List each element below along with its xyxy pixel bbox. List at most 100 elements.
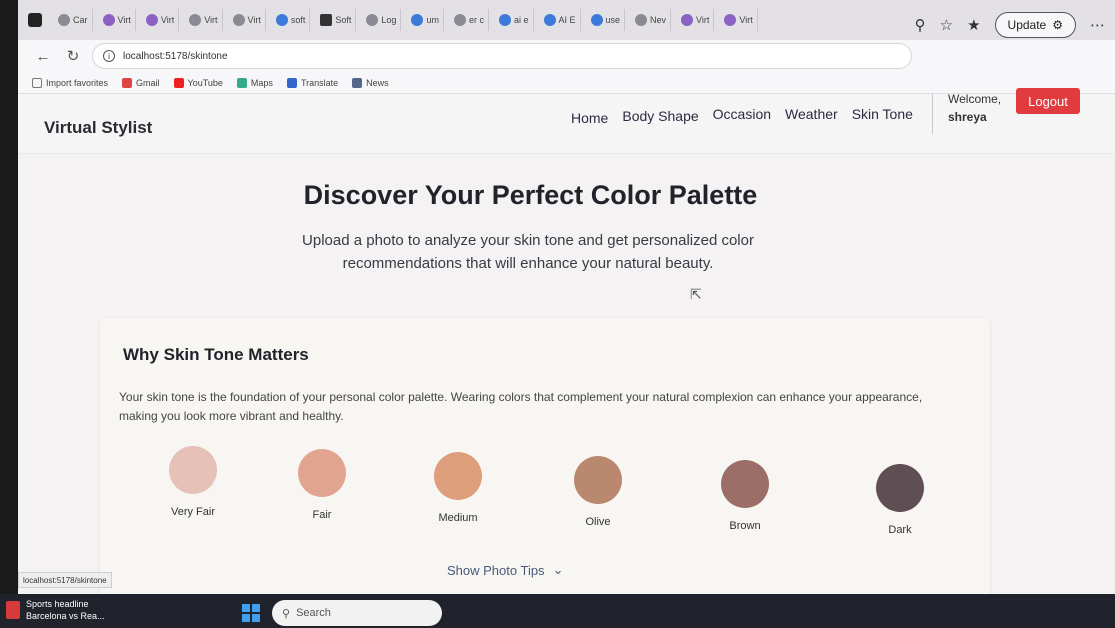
tab[interactable]: Soft xyxy=(316,9,357,31)
bookmark-translate[interactable]: Translate xyxy=(286,77,338,88)
tab-favicon-icon xyxy=(543,14,556,26)
chevron-down-icon: ⌄ xyxy=(552,562,564,577)
tab-favicon-icon xyxy=(590,14,603,26)
news-flag-icon xyxy=(6,601,20,619)
news-subtitle: Barcelona vs Rea... xyxy=(26,611,105,621)
tab[interactable]: um xyxy=(407,9,444,31)
star-icon[interactable]: ☆ xyxy=(940,16,953,34)
swatch-circle xyxy=(574,456,622,504)
tab[interactable]: Virt xyxy=(142,9,180,31)
youtube-icon xyxy=(173,77,184,88)
back-arrow-icon[interactable]: ← xyxy=(32,45,54,67)
brand-logo[interactable]: Virtual Stylist xyxy=(44,118,152,138)
tab[interactable]: ai e xyxy=(495,9,534,31)
tab[interactable]: Car xyxy=(54,9,93,31)
gmail-icon xyxy=(122,77,133,88)
tab[interactable]: Virt xyxy=(720,9,758,31)
tab[interactable]: Nev xyxy=(631,9,672,31)
reload-icon[interactable]: ↻ xyxy=(62,45,84,67)
swatch-label: Brown xyxy=(729,520,761,532)
skin-tone-info-card: Why Skin Tone Matters Your skin tone is … xyxy=(100,318,990,600)
swatch-label: Fair xyxy=(312,509,332,521)
news-icon xyxy=(352,77,363,88)
tab-favicon-icon xyxy=(102,14,115,26)
swatch-medium: Medium xyxy=(413,452,503,524)
translate-icon xyxy=(286,77,297,88)
swatch-circle xyxy=(876,464,924,512)
app-header: Virtual Stylist Home Body Shape Occasion… xyxy=(18,88,1115,154)
logout-button[interactable]: Logout xyxy=(1016,88,1080,114)
news-title: Sports headline xyxy=(26,599,89,609)
swatch-brown: Brown xyxy=(700,460,790,532)
bookmark-import[interactable]: Import favorites xyxy=(32,77,108,88)
swatch-label: Olive xyxy=(585,516,611,528)
tab-favicon-icon xyxy=(724,14,737,26)
tab[interactable]: Virt xyxy=(229,9,266,31)
browser-logo-icon xyxy=(28,13,42,27)
swatch-circle xyxy=(721,460,769,508)
tab-favicon-icon xyxy=(189,14,202,26)
maps-icon xyxy=(236,77,247,88)
swatch-olive: Olive xyxy=(553,456,643,528)
taskbar-search-input[interactable]: ⚲ Search xyxy=(272,600,442,626)
os-taskbar: Sports headline Barcelona vs Rea... ⚲ Se… xyxy=(0,594,1115,628)
bookmark-youtube[interactable]: YouTube xyxy=(173,77,223,88)
tab[interactable]: Virt xyxy=(677,9,715,31)
show-photo-tips-toggle[interactable]: Show Photo Tips ⌄ xyxy=(447,562,563,578)
tab-favicon-icon xyxy=(366,14,379,26)
search-icon: ⚲ xyxy=(282,607,291,620)
swatch-fair: Fair xyxy=(277,449,367,521)
address-bar[interactable]: i localhost:5178/skintone xyxy=(92,43,912,69)
import-icon xyxy=(32,77,42,88)
info-icon[interactable]: i xyxy=(103,50,115,62)
tab[interactable]: er c xyxy=(450,9,489,31)
nav-weather[interactable]: Weather xyxy=(785,106,838,126)
favorites-icon[interactable]: ★ xyxy=(967,16,980,34)
username: shreya xyxy=(948,110,987,124)
tab[interactable]: AI E xyxy=(540,9,581,31)
status-bar-url: localhost:5178/skintone xyxy=(18,572,112,588)
welcome-text: Welcome, shreya xyxy=(948,92,1002,124)
nav-home[interactable]: Home xyxy=(571,110,608,126)
swatch-label: Medium xyxy=(438,512,478,524)
tab-favicon-icon xyxy=(411,14,424,26)
bookmark-gmail[interactable]: Gmail xyxy=(122,77,160,88)
tab[interactable]: soft xyxy=(272,9,311,31)
browser-toolbar: ← ↻ i localhost:5178/skintone ⚲ ☆ ★ Upda… xyxy=(18,12,1115,72)
swatch-circle xyxy=(169,446,217,494)
header-divider xyxy=(932,94,933,134)
skin-tone-swatches: Very Fair Fair Medium Olive Brown Dark xyxy=(100,446,990,546)
bookmark-maps[interactable]: Maps xyxy=(236,77,273,88)
tab-favicon-icon xyxy=(145,14,158,26)
key-icon[interactable]: ⚲ xyxy=(915,16,926,34)
browser-window: Car Virt Virt Virt Virt soft Soft Log um… xyxy=(18,0,1115,600)
tab[interactable]: use xyxy=(587,9,626,31)
update-button[interactable]: Update ⚙ xyxy=(994,12,1076,38)
tab[interactable]: Log xyxy=(362,9,402,31)
nav-occasion[interactable]: Occasion xyxy=(713,106,771,126)
url-text: localhost:5178/skintone xyxy=(123,50,228,62)
swatch-label: Very Fair xyxy=(170,506,215,518)
nav-body-shape[interactable]: Body Shape xyxy=(622,108,698,126)
tab-favicon-icon xyxy=(320,14,333,26)
tab-favicon-icon xyxy=(453,14,466,26)
tab[interactable]: Virt xyxy=(185,9,223,31)
card-description: Your skin tone is the foundation of your… xyxy=(119,390,923,423)
tab-favicon-icon xyxy=(275,14,288,26)
card-title: Why Skin Tone Matters xyxy=(123,345,309,364)
toolbar-right: ⚲ ☆ ★ Update ⚙ ⋯ xyxy=(915,12,1105,38)
tab[interactable]: Virt xyxy=(99,9,136,31)
page-subtitle: Upload a photo to analyze your skin tone… xyxy=(302,232,754,272)
swatch-circle xyxy=(298,449,346,497)
tab-favicon-icon xyxy=(681,14,694,26)
swatch-circle xyxy=(434,452,482,500)
more-icon[interactable]: ⋯ xyxy=(1090,16,1105,34)
swatch-very-fair: Very Fair xyxy=(148,446,238,518)
swatch-dark: Dark xyxy=(855,464,945,536)
windows-start-icon[interactable] xyxy=(242,604,260,622)
update-icon: ⚙ xyxy=(1052,18,1063,32)
nav-skin-tone[interactable]: Skin Tone xyxy=(852,106,913,126)
bookmark-news[interactable]: News xyxy=(352,77,389,88)
tab-favicon-icon xyxy=(635,14,648,26)
news-widget[interactable]: Sports headline Barcelona vs Rea... xyxy=(6,598,105,622)
